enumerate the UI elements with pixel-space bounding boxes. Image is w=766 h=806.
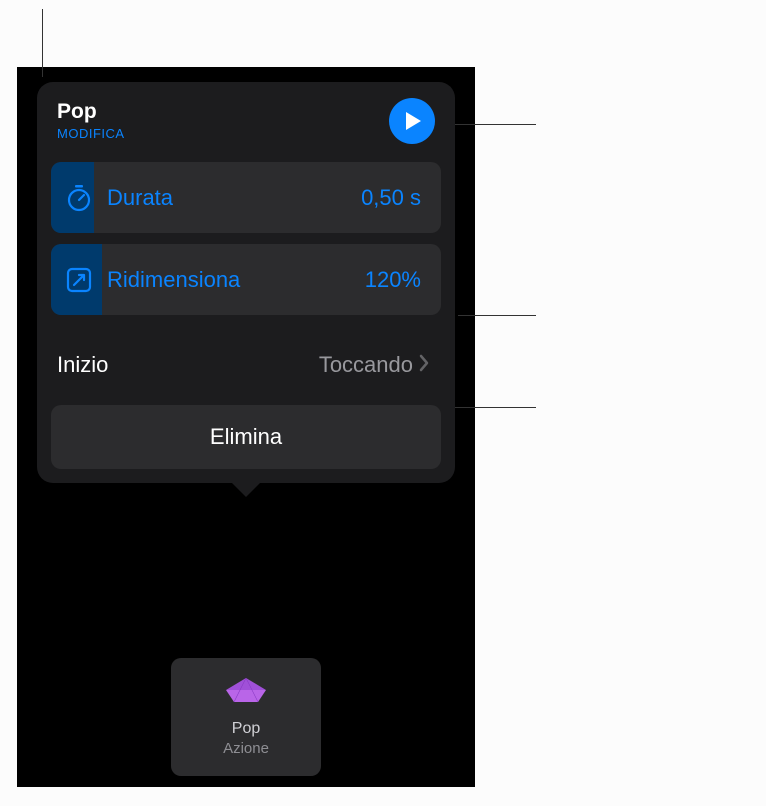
callout-line: [458, 315, 536, 316]
start-label: Inizio: [57, 352, 319, 378]
duration-label: Durata: [107, 185, 361, 211]
resize-label: Ridimensiona: [107, 267, 365, 293]
tile-name: Pop: [232, 720, 260, 738]
effect-preview-icon: [222, 678, 270, 708]
effect-popover: Pop MODIFICA Durata 0,50 s: [37, 82, 455, 483]
resize-row[interactable]: Ridimensiona 120%: [51, 244, 441, 315]
duration-row[interactable]: Durata 0,50 s: [51, 162, 441, 233]
popover-arrow: [230, 481, 262, 497]
title-group: Pop MODIFICA: [57, 100, 125, 141]
edit-button[interactable]: MODIFICA: [57, 126, 125, 141]
tile-subtitle: Azione: [223, 740, 269, 757]
play-icon: [405, 111, 423, 131]
resize-value: 120%: [365, 267, 421, 293]
delete-button[interactable]: Elimina: [51, 405, 441, 469]
effect-title: Pop: [57, 100, 125, 124]
play-button[interactable]: [389, 98, 435, 144]
callout-line: [42, 9, 43, 77]
expand-icon: [51, 267, 107, 293]
effects-bar: Pop Azione: [17, 647, 475, 787]
start-value: Toccando: [319, 352, 413, 378]
effect-tile[interactable]: Pop Azione: [171, 658, 321, 776]
duration-value: 0,50 s: [361, 185, 421, 211]
delete-label: Elimina: [210, 424, 282, 450]
chevron-right-icon: [419, 354, 429, 377]
stopwatch-icon: [51, 184, 107, 212]
popover-header: Pop MODIFICA: [51, 100, 441, 144]
start-row[interactable]: Inizio Toccando: [51, 333, 441, 397]
